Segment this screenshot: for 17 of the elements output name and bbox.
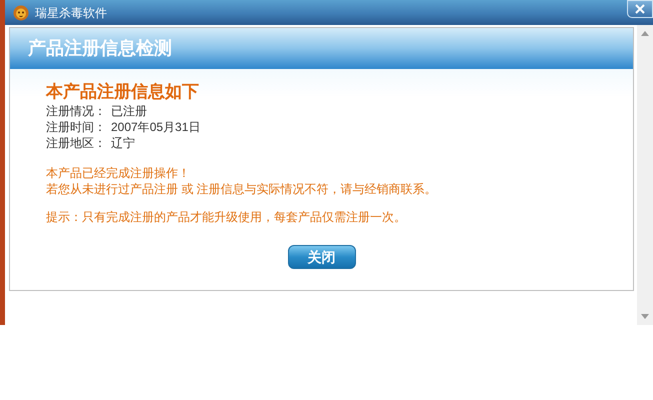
info-label: 注册地区： [46, 135, 107, 151]
close-icon [635, 4, 645, 14]
close-button[interactable] [627, 0, 653, 18]
window-title: 瑞星杀毒软件 [35, 4, 107, 22]
notice-text: 若您从未进行过产品注册 或 注册信息与实际情况不符，请与经销商联系。 [46, 181, 438, 197]
info-value: 辽宁 [111, 135, 135, 151]
info-value: 2007年05月31日 [111, 119, 200, 135]
scroll-down-icon[interactable] [641, 314, 649, 319]
info-label: 注册时间： [46, 119, 107, 135]
info-value: 已注册 [111, 103, 147, 119]
panel-title: 产品注册信息检测 [28, 37, 172, 60]
notice-text: 本产品已经完成注册操作！ [46, 165, 191, 181]
hint-text: 提示：只有完成注册的产品才能升级使用，每套产品仅需注册一次。 [46, 209, 407, 225]
info-heading: 本产品注册信息如下 [46, 81, 200, 102]
close-dialog-button[interactable]: 关闭 [288, 245, 356, 269]
info-label: 注册情况： [46, 103, 107, 119]
scroll-up-icon[interactable] [641, 31, 649, 36]
